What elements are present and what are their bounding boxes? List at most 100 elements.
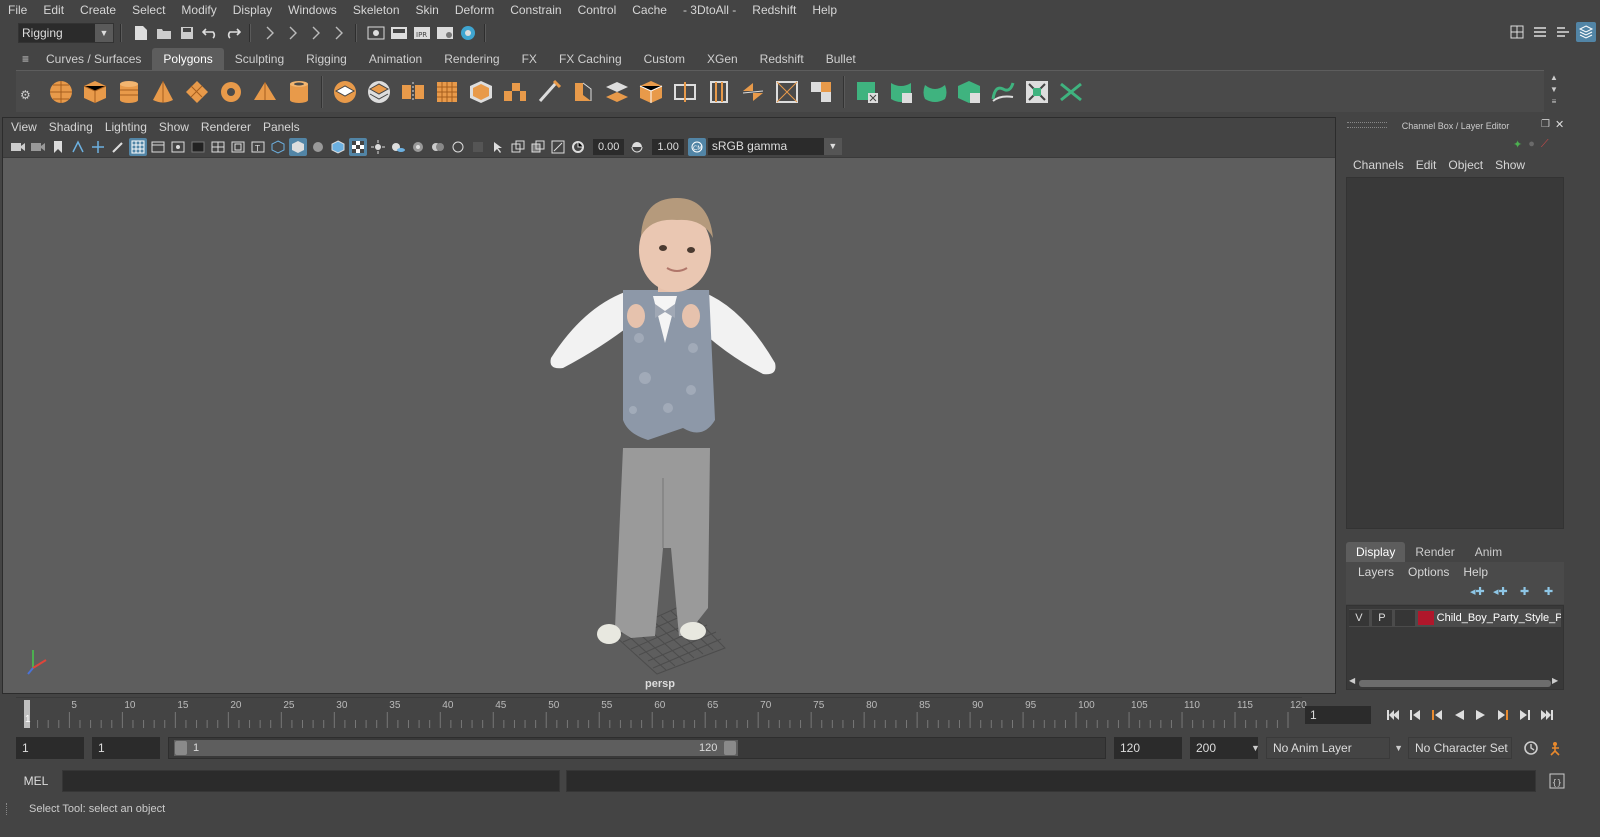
menu-select[interactable]: Select — [124, 0, 173, 20]
xray-joints-icon[interactable] — [549, 138, 567, 156]
le-menu-options[interactable]: Options — [1401, 562, 1456, 582]
gamma-icon[interactable] — [628, 138, 646, 156]
menu-skeleton[interactable]: Skeleton — [345, 0, 408, 20]
tab-anim-layers[interactable]: Anim — [1465, 542, 1512, 562]
menu-constrain[interactable]: Constrain — [502, 0, 569, 20]
new-layer-selected-icon[interactable]: ✚ — [1544, 585, 1553, 598]
menu-deform[interactable]: Deform — [447, 0, 502, 20]
field-chart-icon[interactable] — [209, 138, 227, 156]
default-material-icon[interactable] — [309, 138, 327, 156]
play-backwards-icon[interactable] — [1448, 705, 1470, 725]
hypershade-icon[interactable] — [458, 23, 478, 43]
cb-menu-show[interactable]: Show — [1489, 155, 1531, 175]
gamma-field[interactable]: 1.00 — [652, 138, 684, 155]
move-layer-up-icon[interactable]: ◂✚ — [1470, 585, 1485, 598]
poly-plane-icon[interactable] — [180, 75, 214, 109]
tab-polygons[interactable]: Polygons — [152, 48, 224, 70]
color-space-dropdown[interactable]: sRGB gamma ▼ — [707, 138, 842, 155]
offset-edge-loop-icon[interactable] — [702, 75, 736, 109]
uv-layout-icon[interactable] — [1054, 75, 1088, 109]
menu-control[interactable]: Control — [570, 0, 625, 20]
menu-display[interactable]: Display — [225, 0, 280, 20]
float-panel-icon[interactable]: ❐ — [1541, 119, 1550, 130]
attribute-editor-icon[interactable] — [1530, 22, 1550, 42]
exposure-icon[interactable] — [569, 138, 587, 156]
current-frame-field[interactable]: 1 — [1305, 706, 1371, 724]
shelf-settings-icon[interactable]: ⚙ — [20, 88, 31, 102]
channel-box-icon[interactable] — [1576, 22, 1596, 42]
play-forwards-icon[interactable] — [1470, 705, 1492, 725]
safe-title-icon[interactable]: T — [249, 138, 267, 156]
cb-menu-channels[interactable]: Channels — [1347, 155, 1410, 175]
new-scene-icon[interactable] — [131, 23, 151, 43]
time-slider[interactable]: 1 5 10 15 20 25 30 35 40 45 50 55 60 65 70 75 80 85 90 95 1… — [16, 697, 1307, 729]
cb-menu-object[interactable]: Object — [1442, 155, 1489, 175]
layer-name[interactable]: Child_Boy_Party_Style_Po — [1437, 612, 1561, 624]
depth-of-field-icon[interactable] — [469, 138, 487, 156]
vp-menu-renderer[interactable]: Renderer — [195, 120, 257, 134]
menu-windows[interactable]: Windows — [280, 0, 345, 20]
target-weld-icon[interactable] — [770, 75, 804, 109]
camera-attributes-icon[interactable] — [29, 138, 47, 156]
combine-icon[interactable] — [328, 75, 362, 109]
wireframe-icon[interactable] — [269, 138, 287, 156]
layer-visibility-toggle[interactable]: V — [1349, 610, 1369, 626]
uv-editor-icon[interactable] — [1020, 75, 1054, 109]
playback-end-field[interactable]: 120 — [1114, 737, 1182, 759]
menu-help[interactable]: Help — [804, 0, 845, 20]
bridge-icon[interactable] — [600, 75, 634, 109]
go-to-start-icon[interactable] — [1382, 705, 1404, 725]
merge-icon[interactable] — [804, 75, 838, 109]
uv-spherical-icon[interactable] — [918, 75, 952, 109]
render-view-icon[interactable] — [366, 23, 386, 43]
layer-playback-toggle[interactable]: P — [1371, 610, 1392, 626]
select-component-icon[interactable] — [306, 23, 326, 43]
two-d-pan-icon[interactable] — [89, 138, 107, 156]
auto-key-icon[interactable] — [1520, 738, 1542, 758]
channel-list[interactable] — [1346, 177, 1564, 529]
mirror-icon[interactable] — [396, 75, 430, 109]
modeling-toolkit-icon[interactable] — [1507, 22, 1527, 42]
playback-start-field[interactable]: 1 — [92, 737, 160, 759]
menu-set-dropdown[interactable]: Rigging ▼ — [18, 23, 114, 43]
tab-rigging[interactable]: Rigging — [295, 48, 358, 70]
uv-unfold-icon[interactable] — [986, 75, 1020, 109]
shelf-menu-icon[interactable]: ≡ — [16, 48, 35, 70]
vp-menu-panels[interactable]: Panels — [257, 120, 306, 134]
manipulator-icon[interactable]: ✦ — [1513, 138, 1522, 151]
use-all-lights-icon[interactable] — [369, 138, 387, 156]
grease-pencil-icon[interactable] — [109, 138, 127, 156]
save-scene-icon[interactable] — [177, 23, 197, 43]
step-forward-icon[interactable] — [1514, 705, 1536, 725]
le-menu-help[interactable]: Help — [1456, 562, 1495, 582]
smooth-shade-icon[interactable] — [289, 137, 307, 156]
bookmark-icon[interactable] — [49, 138, 67, 156]
uv-automatic-icon[interactable] — [952, 75, 986, 109]
anim-layer-dropdown[interactable]: No Anim Layer ▼ ▼ — [1251, 737, 1403, 759]
tab-sculpting[interactable]: Sculpting — [224, 48, 295, 70]
select-hierarchy-icon[interactable] — [260, 23, 280, 43]
gate-mask-icon[interactable] — [189, 138, 207, 156]
command-language-label[interactable]: MEL — [16, 774, 56, 788]
tool-settings-icon[interactable] — [1553, 22, 1573, 42]
range-start-handle[interactable] — [175, 741, 187, 755]
vp-menu-show[interactable]: Show — [153, 120, 195, 134]
menu-redshift[interactable]: Redshift — [744, 0, 804, 20]
render-settings-icon[interactable] — [435, 23, 455, 43]
le-menu-layers[interactable]: Layers — [1351, 562, 1401, 582]
poly-torus-icon[interactable] — [214, 75, 248, 109]
tab-display-layers[interactable]: Display — [1346, 542, 1406, 562]
animation-end-field[interactable]: 200 — [1190, 737, 1258, 759]
layer-display-type-toggle[interactable] — [1394, 610, 1415, 626]
render-frame-icon[interactable] — [389, 23, 409, 43]
tab-curves-surfaces[interactable]: Curves / Surfaces — [35, 48, 152, 70]
vp-menu-shading[interactable]: Shading — [43, 120, 99, 134]
uv-cylindrical-icon[interactable] — [884, 75, 918, 109]
menu-edit[interactable]: Edit — [35, 0, 72, 20]
open-scene-icon[interactable] — [154, 23, 174, 43]
sync-icon[interactable]: ● — [1528, 138, 1535, 151]
film-gate-icon[interactable] — [149, 138, 167, 156]
separate-icon[interactable] — [362, 75, 396, 109]
step-forward-key-icon[interactable] — [1492, 705, 1514, 725]
vp-menu-lighting[interactable]: Lighting — [99, 120, 153, 134]
